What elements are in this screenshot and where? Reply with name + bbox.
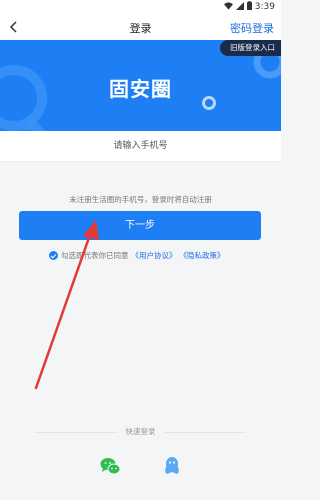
status-icons: 3:39 (223, 1, 275, 13)
wifi-icon (223, 1, 233, 13)
old-version-login-button[interactable]: 旧版登录入口 (220, 40, 281, 56)
signal-icon (235, 1, 244, 13)
agreement-prefix: 勾选即代表你已同意 (61, 251, 129, 260)
quick-login-title: 快速登录 (0, 426, 281, 437)
auto-register-hint: 未注册生活圈的手机号，登录时将自动注册 (69, 195, 212, 204)
app-logo-text: 固安圈 (109, 77, 172, 101)
nav-bar: 登录 密码登录 (0, 14, 281, 40)
privacy-policy-link[interactable]: 《隐私政策》 (180, 250, 225, 261)
qq-login-icon[interactable] (161, 455, 183, 477)
next-button[interactable]: 下一步 (19, 211, 261, 240)
brand-banner: 固安圈 旧版登录入口 (0, 40, 281, 131)
password-login-link[interactable]: 密码登录 (230, 20, 274, 36)
status-bar: 3:39 (0, 0, 281, 14)
phone-input[interactable] (0, 131, 281, 161)
battery-icon (246, 1, 252, 13)
status-time: 3:39 (254, 2, 275, 12)
agreement-row: 勾选即代表你已同意 《用户协议》 《隐私政策》 (49, 250, 225, 261)
phone-input-row (0, 131, 281, 162)
checkbox-checked-icon[interactable] (49, 251, 58, 260)
user-agreement-link[interactable]: 《用户协议》 (132, 250, 177, 261)
wechat-login-icon[interactable] (99, 455, 121, 477)
